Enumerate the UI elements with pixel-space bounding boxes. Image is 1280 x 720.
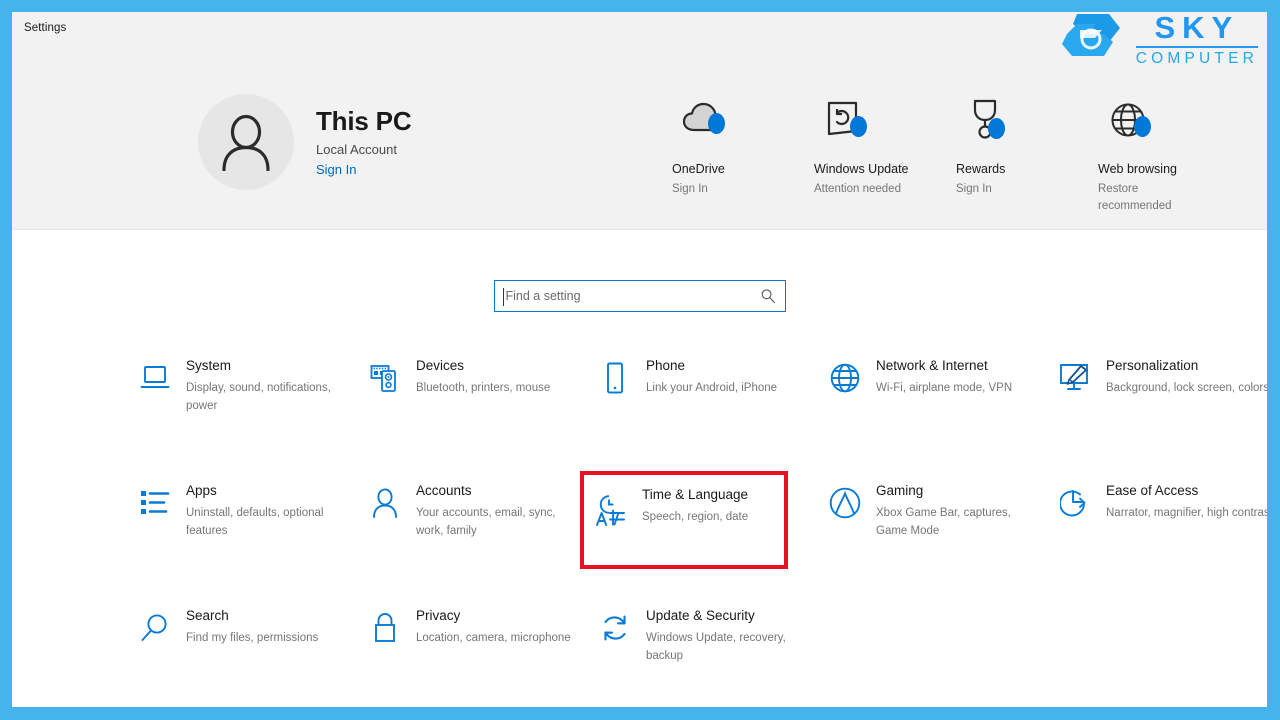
search-magnifier-icon (141, 614, 167, 641)
settings-tile-apps[interactable]: Apps Uninstall, defaults, optional featu… (130, 479, 360, 604)
settings-tile-name: Gaming (876, 483, 924, 498)
status-badge (708, 113, 725, 134)
settings-tile-update-security[interactable]: Update & Security Windows Update, recove… (590, 604, 820, 707)
text-caret (502, 288, 504, 306)
update-security-refresh-icon (604, 615, 626, 641)
header-tile-status: Attention needed (814, 183, 901, 195)
avatar (198, 94, 294, 190)
settings-tile-desc: Location, camera, microphone (416, 632, 571, 645)
header-tile-web-browsing[interactable]: Web browsing Restore recommended (1098, 102, 1240, 216)
settings-tile-search[interactable]: Search Find my files, permissions (130, 604, 360, 707)
settings-tile-name: Update & Security (646, 608, 755, 623)
settings-tile-name: Ease of Access (1106, 483, 1199, 498)
account-header-band: This PC Local Account Sign In OneDrive S… (12, 44, 1267, 230)
header-tile-status: Restore recommended (1098, 183, 1172, 213)
header-status-tiles: OneDrive Sign In Windows Update Attentio… (672, 99, 1240, 216)
settings-tile-desc: Xbox Game Bar, captures, Game Mode (876, 507, 1011, 537)
account-type: Local Account (316, 142, 397, 158)
status-badge (988, 118, 1005, 139)
settings-tile-name: Time & Language (642, 487, 749, 502)
account-text: This PC Local Account Sign In (316, 105, 412, 178)
header-tile-status: Sign In (956, 183, 992, 195)
settings-tile-desc: Uninstall, defaults, optional features (186, 507, 324, 537)
search-input[interactable] (494, 281, 785, 311)
settings-tile-network[interactable]: Network & Internet Wi-Fi, airplane mode,… (820, 354, 1050, 479)
settings-tile-system[interactable]: System Display, sound, notifications, po… (130, 354, 360, 479)
settings-tile-desc: Your accounts, email, sync, work, family (416, 507, 556, 537)
status-badge (1134, 116, 1151, 137)
search-box[interactable] (493, 280, 786, 312)
devices-printer-icon (370, 365, 396, 392)
personalization-brush-icon (1060, 364, 1088, 390)
settings-tile-ease-of-access[interactable]: Ease of Access Narrator, magnifier, high… (1050, 479, 1267, 604)
header-tile-label: Windows Update (814, 162, 909, 176)
settings-grid: System Display, sound, notifications, po… (12, 354, 1267, 707)
settings-tile-desc: Find my files, permissions (186, 632, 319, 645)
header-tile-onedrive[interactable]: OneDrive Sign In (672, 102, 814, 216)
window-title: Settings (24, 22, 67, 34)
status-badge (850, 116, 867, 137)
header-tile-rewards[interactable]: Rewards Sign In (956, 99, 1098, 216)
settings-tile-desc: Background, lock screen, colors (1106, 382, 1267, 395)
header-tile-windows-update[interactable]: Windows Update Attention needed (814, 101, 956, 216)
pc-name: This PC (316, 105, 412, 136)
settings-tile-accounts[interactable]: Accounts Your accounts, email, sync, wor… (360, 479, 590, 604)
settings-tile-name: Devices (416, 358, 465, 373)
settings-tile-name: Network & Internet (876, 358, 988, 373)
settings-tile-desc: Display, sound, notifications, power (186, 382, 331, 412)
system-laptop-icon (140, 366, 170, 388)
settings-tile-personalization[interactable]: Personalization Background, lock screen,… (1050, 354, 1267, 479)
gaming-xbox-icon (829, 487, 861, 519)
settings-tile-gaming[interactable]: Gaming Xbox Game Bar, captures, Game Mod… (820, 479, 1050, 604)
window-frame: Settings This PC Local Account Sign In O… (0, 0, 1280, 720)
settings-tile-desc: Windows Update, recovery, backup (646, 632, 786, 662)
apps-list-icon (141, 491, 170, 514)
time-language-clock-icon (596, 495, 625, 526)
settings-tile-desc: Speech, region, date (642, 511, 749, 524)
settings-tile-desc: Wi-Fi, airplane mode, VPN (876, 382, 1013, 395)
header-tile-status: Sign In (672, 183, 708, 195)
settings-tile-name: Search (186, 608, 229, 623)
header-tile-label: OneDrive (672, 162, 725, 176)
header-tile-label: Rewards (956, 162, 1006, 176)
person-icon (222, 114, 270, 171)
settings-tile-name: Personalization (1106, 358, 1199, 373)
settings-window: Settings This PC Local Account Sign In O… (12, 12, 1267, 707)
settings-tile-name: System (186, 358, 232, 373)
settings-tile-phone[interactable]: Phone Link your Android, iPhone (590, 354, 820, 479)
search-magnifier-icon[interactable] (760, 288, 776, 304)
settings-tile-name: Accounts (416, 483, 472, 498)
sign-in-link[interactable]: Sign In (316, 162, 411, 177)
ease-of-access-icon (1060, 490, 1086, 517)
settings-tile-devices[interactable]: Devices Bluetooth, printers, mouse (360, 354, 590, 479)
settings-tile-desc: Narrator, magnifier, high contrast (1106, 507, 1267, 520)
settings-tile-desc: Bluetooth, printers, mouse (416, 382, 551, 395)
settings-tile-name: Apps (186, 483, 217, 498)
privacy-lock-icon (375, 613, 395, 642)
settings-tile-name: Phone (646, 358, 686, 373)
settings-tile-privacy[interactable]: Privacy Location, camera, microphone (360, 604, 590, 707)
network-globe-icon (830, 363, 860, 393)
phone-icon (607, 362, 623, 394)
settings-tile-name: Privacy (416, 608, 461, 623)
account-summary[interactable]: This PC Local Account Sign In (198, 94, 412, 190)
settings-tile-time-language[interactable]: Time & Language Speech, region, date (580, 471, 788, 569)
title-bar: Settings (12, 12, 1267, 44)
header-tile-label: Web browsing (1098, 162, 1177, 176)
accounts-person-icon (373, 488, 397, 518)
settings-tile-desc: Link your Android, iPhone (646, 382, 778, 395)
search-area (12, 280, 1267, 312)
